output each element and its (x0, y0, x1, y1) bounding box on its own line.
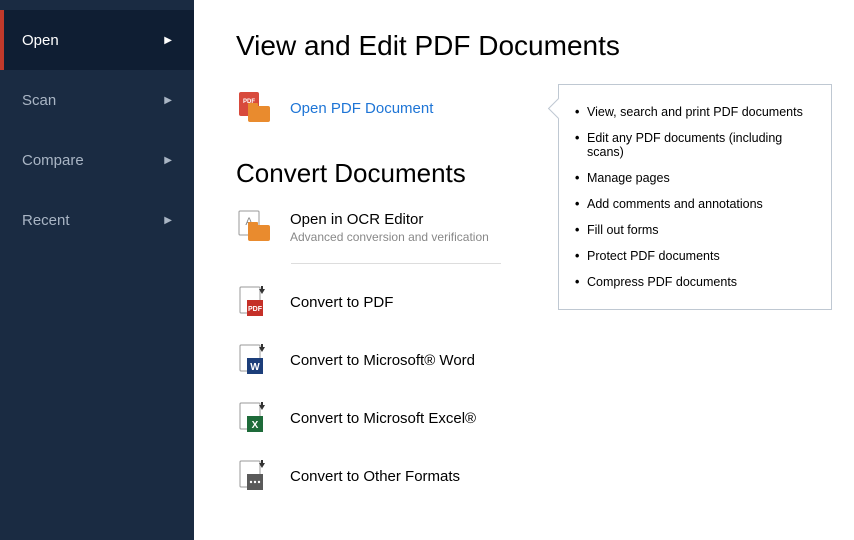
info-item: Protect PDF documents (575, 243, 815, 269)
sidebar-item-recent[interactable]: Recent ▶ (0, 190, 194, 250)
svg-text:X: X (252, 420, 259, 431)
sidebar-item-label: Open (22, 32, 59, 49)
sidebar-item-scan[interactable]: Scan ▶ (0, 70, 194, 130)
chevron-right-icon: ▶ (164, 95, 172, 106)
sidebar: Open ▶ Scan ▶ Compare ▶ Recent ▶ (0, 0, 194, 540)
info-item: View, search and print PDF documents (575, 99, 815, 125)
app-root: Open ▶ Scan ▶ Compare ▶ Recent ▶ View an… (0, 0, 854, 540)
ocr-editor-sub: Advanced conversion and verification (290, 230, 489, 244)
info-item: Manage pages (575, 165, 815, 191)
chevron-right-icon: ▶ (164, 155, 172, 166)
convert-excel-icon: X (236, 400, 272, 436)
convert-word-icon: W (236, 342, 272, 378)
info-item: Compress PDF documents (575, 269, 815, 295)
convert-pdf-icon: PDF (236, 284, 272, 320)
ocr-editor-title: Open in OCR Editor (290, 211, 489, 228)
ocr-folder-icon: A (236, 209, 272, 245)
pdf-folder-icon: PDF (236, 90, 272, 126)
info-item: Edit any PDF documents (including scans) (575, 125, 815, 165)
info-list: View, search and print PDF documents Edi… (575, 99, 815, 295)
sidebar-item-label: Compare (22, 152, 84, 169)
convert-list: PDF Convert to PDF W Convert to Microsof… (236, 278, 814, 500)
sidebar-item-compare[interactable]: Compare ▶ (0, 130, 194, 190)
ocr-editor-text: Open in OCR Editor Advanced conversion a… (290, 211, 489, 244)
open-pdf-label: Open PDF Document (290, 100, 433, 117)
info-item: Fill out forms (575, 217, 815, 243)
chevron-right-icon: ▶ (164, 35, 172, 46)
main-panel: View and Edit PDF Documents PDF Open PDF… (194, 0, 854, 540)
info-tooltip: View, search and print PDF documents Edi… (558, 84, 832, 310)
svg-text:W: W (250, 362, 260, 373)
chevron-right-icon: ▶ (164, 215, 172, 226)
convert-to-other-button[interactable]: Convert to Other Formats (236, 452, 814, 500)
sidebar-item-label: Scan (22, 92, 56, 109)
convert-word-label: Convert to Microsoft® Word (290, 352, 475, 369)
convert-other-label: Convert to Other Formats (290, 468, 460, 485)
svg-text:PDF: PDF (248, 306, 263, 313)
convert-pdf-label: Convert to PDF (290, 294, 393, 311)
divider (291, 263, 501, 264)
convert-to-excel-button[interactable]: X Convert to Microsoft Excel® (236, 394, 814, 442)
convert-excel-label: Convert to Microsoft Excel® (290, 410, 476, 427)
info-item: Add comments and annotations (575, 191, 815, 217)
convert-to-word-button[interactable]: W Convert to Microsoft® Word (236, 336, 814, 384)
section-heading-view-edit: View and Edit PDF Documents (236, 30, 814, 62)
sidebar-item-open[interactable]: Open ▶ (0, 10, 194, 70)
sidebar-item-label: Recent (22, 212, 70, 229)
convert-other-icon (236, 458, 272, 494)
